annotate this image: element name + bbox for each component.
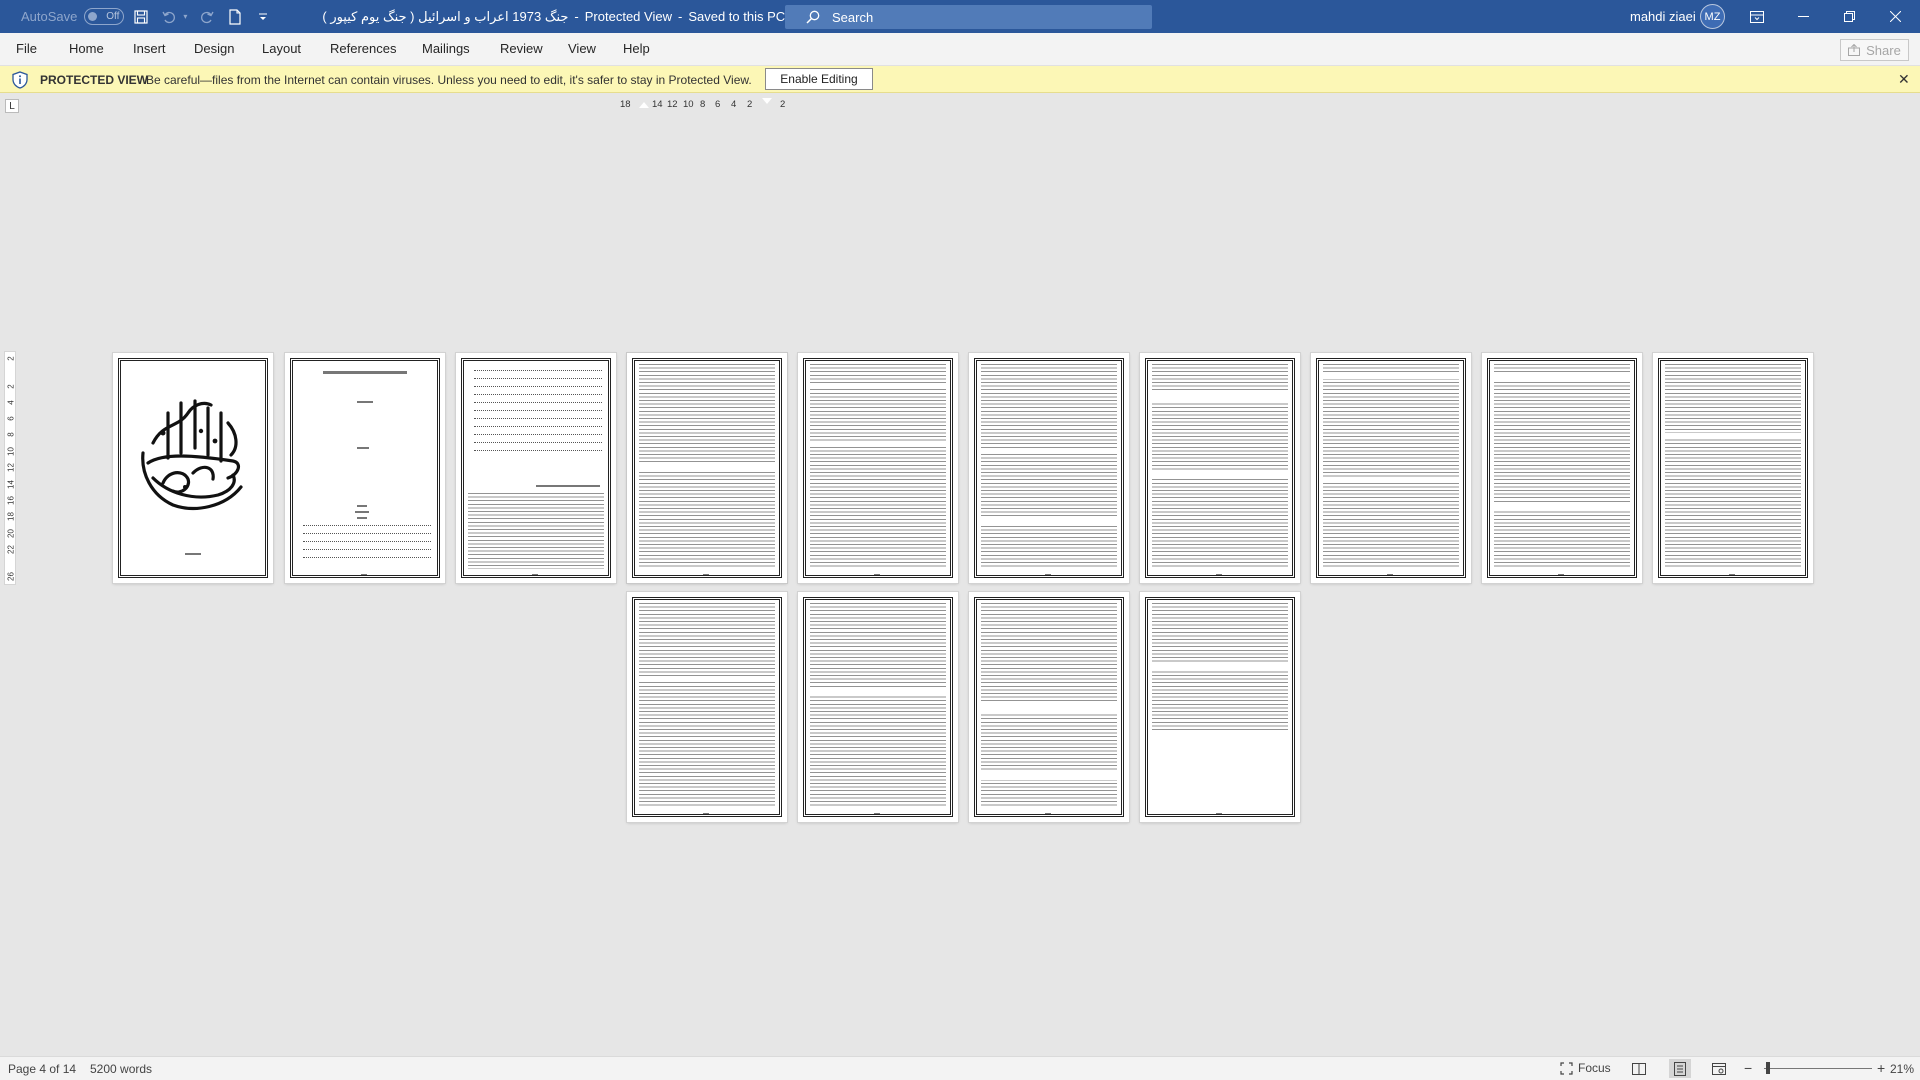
ruler-tick: 2 <box>6 356 16 361</box>
document-page[interactable] <box>969 353 1129 583</box>
ruler-tick: 8 <box>6 432 16 437</box>
document-page[interactable] <box>1140 353 1300 583</box>
protected-view-title: PROTECTED VIEW <box>40 73 149 87</box>
ruler-tick: 20 <box>6 529 16 538</box>
indent-marker[interactable] <box>639 102 649 108</box>
user-name[interactable]: mahdi ziaei <box>1630 9 1696 24</box>
zoom-slider-thumb[interactable] <box>1766 1062 1770 1074</box>
document-page[interactable] <box>798 592 958 822</box>
close-icon[interactable] <box>1872 0 1918 33</box>
tab-mailings[interactable]: Mailings <box>422 41 470 56</box>
autosave-toggle[interactable]: Off <box>84 8 125 25</box>
document-page[interactable] <box>1482 353 1642 583</box>
ruler-tick: 18 <box>620 99 631 110</box>
share-label: Share <box>1866 42 1901 58</box>
ruler-tick: 16 <box>6 496 16 505</box>
ruler-tick: 14 <box>6 480 16 489</box>
ruler-tick: 22 <box>6 545 16 554</box>
share-button[interactable]: Share <box>1840 39 1909 61</box>
ruler-tick: 12 <box>667 99 678 110</box>
document-page[interactable] <box>1311 353 1471 583</box>
undo-icon[interactable] <box>158 6 180 28</box>
ruler-tick: 14 <box>652 99 663 110</box>
vertical-ruler[interactable]: 2 2 4 6 8 10 12 14 16 18 20 22 26 <box>4 351 16 585</box>
share-icon <box>1848 44 1861 56</box>
document-page[interactable] <box>969 592 1129 822</box>
document-page[interactable] <box>798 353 958 583</box>
tab-home[interactable]: Home <box>69 41 104 56</box>
redo-icon[interactable] <box>196 6 218 28</box>
document-name: جنگ 1973 اعراب و اسرائیل ( جنگ یوم کیپور… <box>322 8 569 24</box>
enable-editing-button[interactable]: Enable Editing <box>765 68 873 90</box>
document-page[interactable] <box>285 353 445 583</box>
close-icon[interactable]: ✕ <box>1898 71 1910 88</box>
tab-layout[interactable]: Layout <box>262 41 301 56</box>
zoom-slider[interactable] <box>1764 1068 1872 1069</box>
protected-view-message: Be careful—files from the Internet can c… <box>146 73 752 87</box>
document-page[interactable] <box>627 592 787 822</box>
tab-insert[interactable]: Insert <box>133 41 166 56</box>
print-layout-icon[interactable] <box>1669 1059 1691 1078</box>
ruler-tick: 12 <box>6 463 16 472</box>
search-placeholder: Search <box>832 9 874 25</box>
ruler-tick: 4 <box>6 400 16 405</box>
status-bar: Page 4 of 14 5200 words Focus − + 21% <box>0 1056 1920 1080</box>
info-shield-icon <box>12 71 28 89</box>
document-page[interactable] <box>1653 353 1813 583</box>
avatar[interactable]: MZ <box>1700 4 1725 29</box>
tab-file[interactable]: File <box>16 41 37 56</box>
page-indicator[interactable]: Page 4 of 14 <box>8 1062 76 1076</box>
ribbon-tabs: File Home Insert Design Layout Reference… <box>0 33 1920 66</box>
calligraphy-image <box>141 399 243 510</box>
ruler-tick: 6 <box>715 99 721 110</box>
ruler-tick: 2 <box>747 99 753 110</box>
document-page[interactable] <box>456 353 616 583</box>
protected-view-label: Protected View <box>584 9 672 24</box>
document-page[interactable] <box>627 353 787 583</box>
ruler-tick: 2 <box>780 99 786 110</box>
ruler-tick: 10 <box>683 99 694 110</box>
tab-references[interactable]: References <box>330 41 396 56</box>
focus-icon <box>1560 1061 1573 1075</box>
tab-view[interactable]: View <box>568 41 596 56</box>
document-page[interactable] <box>1140 592 1300 822</box>
zoom-level[interactable]: 21% <box>1890 1062 1914 1076</box>
ruler-tick: 6 <box>6 416 16 421</box>
ruler-tick: 10 <box>6 447 16 456</box>
ruler-tick: 8 <box>700 99 706 110</box>
title-bar: AutoSave Off ▾ جنگ 1973 اعراب و اسرائیل … <box>0 0 1920 33</box>
focus-button[interactable]: Focus <box>1560 1061 1611 1075</box>
ruler-tick: 4 <box>731 99 737 110</box>
autosave-control[interactable]: AutoSave Off <box>21 8 125 25</box>
restore-icon[interactable] <box>1826 0 1872 33</box>
protected-view-bar: PROTECTED VIEW Be careful—files from the… <box>0 66 1920 93</box>
tab-selector[interactable]: L <box>5 99 19 113</box>
undo-dropdown-icon[interactable]: ▾ <box>180 6 190 28</box>
new-document-icon[interactable] <box>224 6 246 28</box>
zoom-out-icon[interactable]: − <box>1744 1060 1752 1076</box>
search-box[interactable]: Search <box>785 5 1152 29</box>
tab-design[interactable]: Design <box>194 41 234 56</box>
ribbon-display-options-icon[interactable] <box>1734 0 1780 33</box>
document-title: جنگ 1973 اعراب و اسرائیل ( جنگ یوم کیپور… <box>322 9 802 25</box>
customize-toolbar-icon[interactable] <box>252 6 274 28</box>
save-status: Saved to this PC <box>688 9 786 24</box>
tab-review[interactable]: Review <box>500 41 543 56</box>
zoom-in-icon[interactable]: + <box>1877 1060 1885 1076</box>
autosave-state: Off <box>106 11 120 22</box>
minimize-icon[interactable] <box>1780 0 1826 33</box>
search-icon <box>806 10 820 24</box>
save-icon[interactable] <box>130 6 152 28</box>
ruler-tick: 18 <box>6 512 16 521</box>
first-line-indent-marker[interactable] <box>762 98 772 104</box>
ruler-tick: 2 <box>6 384 16 389</box>
focus-label: Focus <box>1578 1061 1611 1075</box>
autosave-label: AutoSave <box>21 9 78 24</box>
word-count[interactable]: 5200 words <box>90 1062 152 1076</box>
ruler-tick: 26 <box>6 572 16 581</box>
tab-help[interactable]: Help <box>623 41 650 56</box>
document-page[interactable] <box>113 353 273 583</box>
web-layout-icon[interactable] <box>1708 1059 1730 1078</box>
read-mode-icon[interactable] <box>1628 1059 1650 1078</box>
